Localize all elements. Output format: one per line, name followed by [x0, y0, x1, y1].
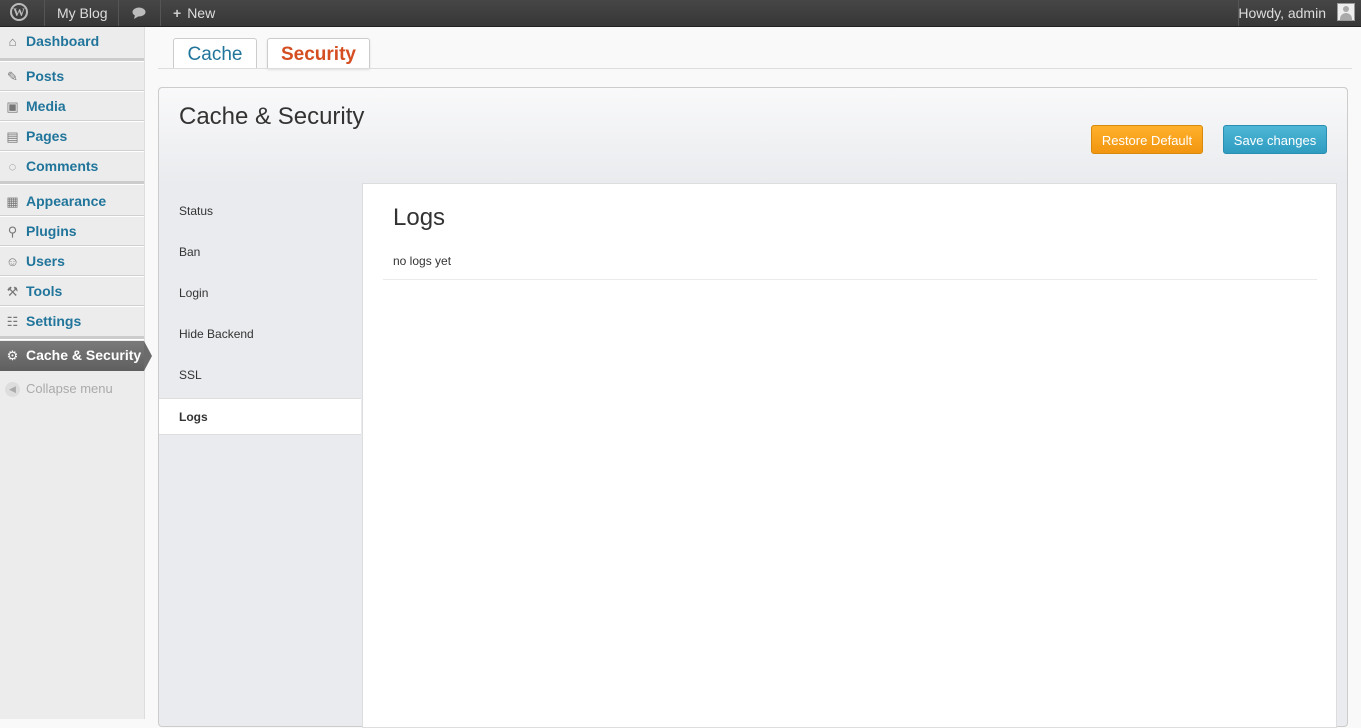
comments-icon: ◌ — [8, 159, 17, 174]
section-title: Logs — [393, 204, 446, 231]
sidebar-item-label: Pages — [26, 128, 68, 144]
plus-icon: + — [173, 5, 182, 21]
new-content-menu[interactable]: + New — [173, 0, 215, 26]
sidebar-item-settings[interactable]: ☷ Settings — [0, 307, 144, 337]
sidebar-item-label: Posts — [26, 68, 65, 84]
tabs-divider — [158, 68, 1352, 69]
sidebar-item-pages[interactable]: ▤ Pages — [0, 122, 144, 152]
site-name-link[interactable]: My Blog — [57, 0, 108, 26]
sidebar-item-label: Users — [26, 253, 65, 269]
wordpress-logo-icon: W — [10, 3, 28, 21]
new-label: New — [187, 5, 216, 21]
collapse-menu-label: Collapse menu — [26, 381, 113, 396]
subnav-item-hide-backend[interactable]: Hide Backend — [159, 316, 361, 353]
appearance-icon: ▦ — [6, 194, 19, 209]
restore-default-button[interactable]: Restore Default — [1091, 125, 1203, 154]
users-icon: ☺ — [5, 254, 20, 269]
settings-panel: Cache & Security Restore Default Save ch… — [158, 87, 1348, 728]
subnav-item-login[interactable]: Login — [159, 275, 361, 312]
save-changes-button[interactable]: Save changes — [1223, 125, 1327, 154]
sidebar-item-posts[interactable]: ✎ Posts — [0, 62, 144, 92]
sidebar-item-label: Comments — [26, 158, 99, 174]
sidebar-item-comments[interactable]: ◌ Comments — [0, 152, 144, 182]
page-title: Cache & Security — [179, 103, 365, 130]
admin-bar-divider — [160, 0, 161, 26]
subnav-item-logs[interactable]: Logs — [159, 398, 361, 435]
subnav-item-status[interactable]: Status — [159, 193, 361, 230]
tools-icon: ⚒ — [6, 284, 19, 299]
tab-cache[interactable]: Cache — [173, 38, 257, 69]
pages-icon: ▤ — [6, 129, 19, 144]
sidebar-item-plugins[interactable]: ⚲ Plugins — [0, 217, 144, 247]
my-account-menu[interactable]: Howdy, admin — [1238, 0, 1326, 26]
gear-icon: ⚙ — [6, 348, 19, 363]
media-icon: ▣ — [6, 99, 19, 114]
comments-bubble-icon[interactable] — [131, 0, 147, 26]
dashboard-icon: ⌂ — [8, 34, 17, 49]
wordpress-logo-menu[interactable]: W — [0, 0, 44, 26]
admin-bar-divider — [44, 0, 45, 26]
sidebar-item-label: Tools — [26, 283, 63, 299]
content-divider — [383, 279, 1317, 280]
content-area: Logs no logs yet — [362, 183, 1337, 728]
sidebar-item-label: Appearance — [26, 193, 107, 209]
sidebar-item-users[interactable]: ☺ Users — [0, 247, 144, 277]
menu-separator — [0, 336, 144, 340]
subnav-item-ssl[interactable]: SSL — [159, 357, 361, 394]
admin-bar: W My Blog + New Howdy, admin — [0, 0, 1361, 27]
sidebar-item-dashboard[interactable]: ⌂ Dashboard — [0, 27, 144, 57]
sidebar-item-media[interactable]: ▣ Media — [0, 92, 144, 122]
tab-security[interactable]: Security — [267, 38, 370, 69]
avatar[interactable] — [1337, 3, 1355, 21]
subnav-item-ban[interactable]: Ban — [159, 234, 361, 271]
sidebar-item-cache-security[interactable]: ⚙ Cache & Security — [0, 341, 152, 371]
sidebar-item-label: Plugins — [26, 223, 77, 239]
admin-bar-divider — [118, 0, 119, 26]
panel-header: Cache & Security Restore Default Save ch… — [159, 88, 1347, 183]
settings-icon: ☷ — [6, 314, 19, 329]
pin-icon: ✎ — [7, 69, 18, 84]
sidebar-item-label: Dashboard — [26, 33, 100, 49]
sidebar-item-tools[interactable]: ⚒ Tools — [0, 277, 144, 307]
collapse-menu-button[interactable]: ◀ Collapse menu — [0, 375, 144, 405]
plugins-icon: ⚲ — [7, 224, 18, 239]
logs-empty-message: no logs yet — [393, 254, 452, 268]
sidebar-item-label: Settings — [26, 313, 82, 329]
sidebar-item-label: Media — [26, 98, 66, 114]
sidebar-item-appearance[interactable]: ▦ Appearance — [0, 187, 144, 217]
admin-sidebar: ⌂ Dashboard ✎ Posts ▣ Media ▤ Pages ◌ Co… — [0, 27, 152, 719]
sidebar-item-label: Cache & Security — [26, 347, 142, 363]
collapse-arrow-icon: ◀ — [5, 382, 20, 397]
menu-separator — [0, 181, 144, 185]
